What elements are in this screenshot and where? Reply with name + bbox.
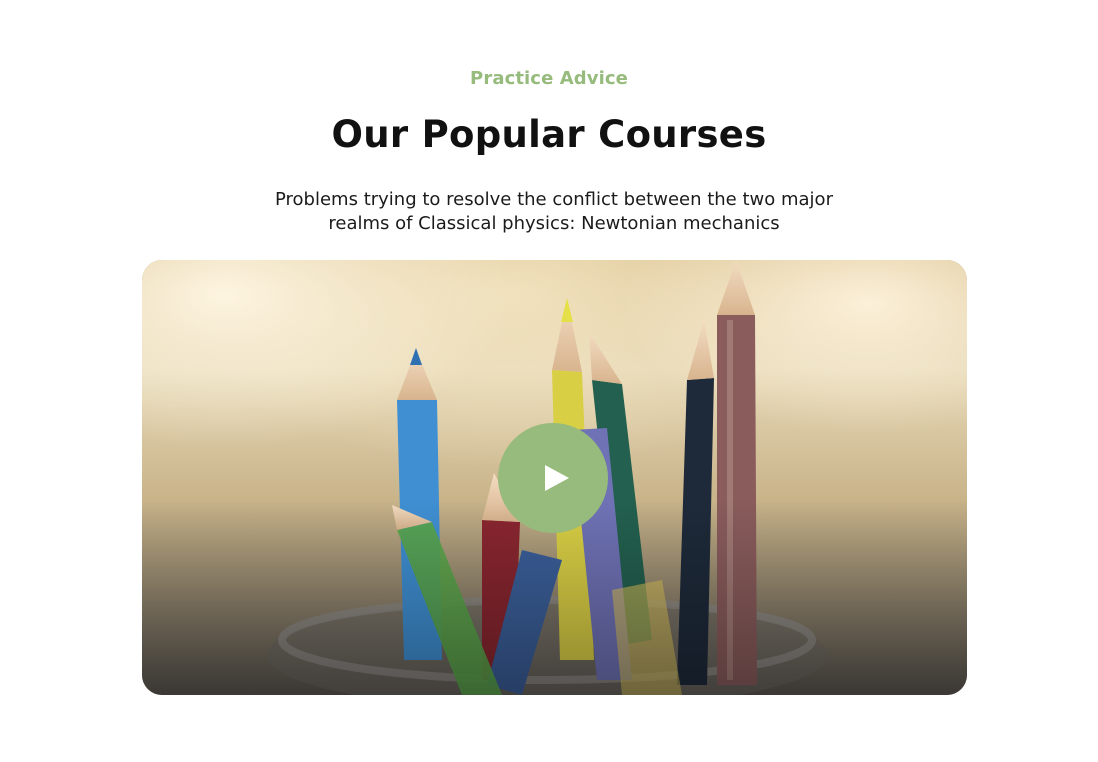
section-eyebrow: Practice Advice <box>470 68 628 89</box>
section-title: Our Popular Courses <box>331 113 767 156</box>
play-icon <box>545 465 569 491</box>
video-thumbnail[interactable] <box>142 260 967 695</box>
play-button[interactable] <box>498 423 608 533</box>
courses-section: Practice Advice Our Popular Courses Prob… <box>0 0 1098 762</box>
section-subtitle: Problems trying to resolve the conflict … <box>275 189 833 234</box>
